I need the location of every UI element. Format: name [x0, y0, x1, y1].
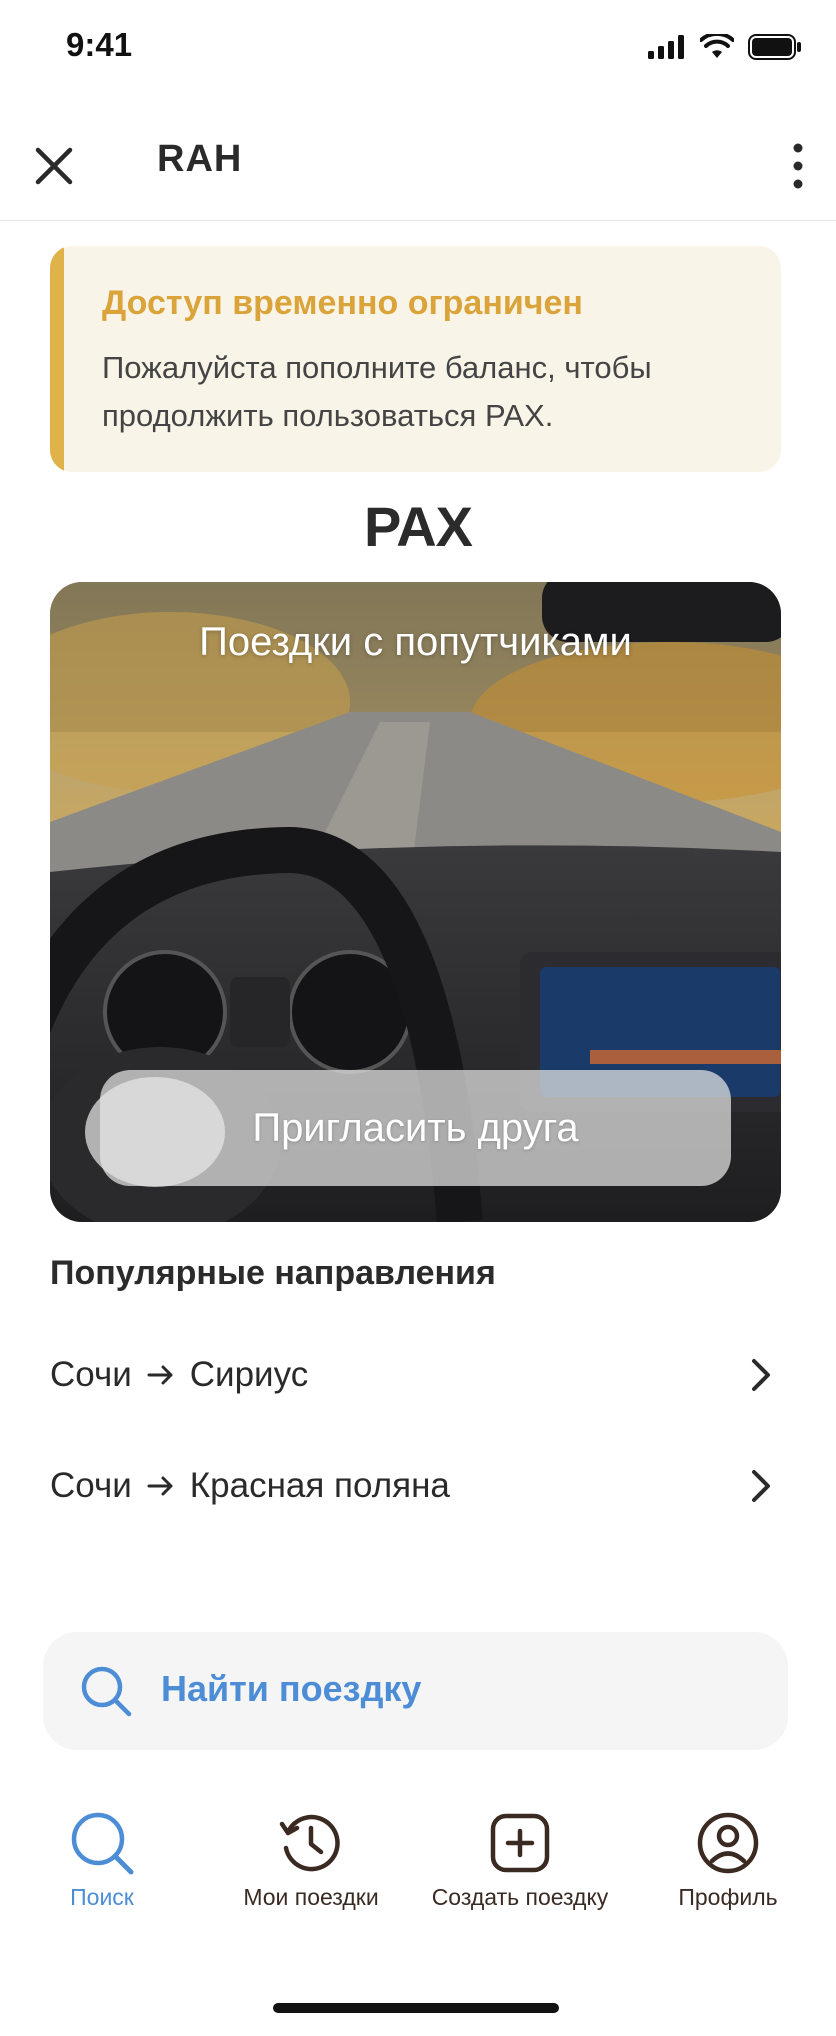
popular-routes-title: Популярные направления: [50, 1254, 496, 1292]
page-title: RAH: [157, 138, 243, 180]
chevron-right-icon: [752, 1470, 770, 1502]
access-restricted-alert: Доступ временно ограничен Пожалуйста поп…: [50, 246, 781, 472]
hero-card: Поездки с попутчиками Пригласить друга: [50, 582, 781, 1222]
tab-profile[interactable]: Профиль: [623, 1810, 833, 1911]
route-item[interactable]: Сочи Красная поляна: [50, 1441, 780, 1531]
alert-title: Доступ временно ограничен: [102, 284, 583, 322]
wifi-icon: [700, 34, 734, 58]
signal-icon: [648, 35, 684, 59]
route-from: Сочи: [50, 1466, 132, 1505]
arrow-right-icon: [147, 1365, 173, 1385]
chevron-right-icon: [752, 1359, 770, 1391]
close-icon[interactable]: [28, 140, 80, 192]
tab-label: Профиль: [678, 1884, 778, 1910]
route-to: Сириус: [189, 1355, 309, 1394]
route-from: Сочи: [50, 1355, 132, 1394]
find-trip-label: Найти поездку: [161, 1668, 422, 1709]
more-vertical-icon[interactable]: [778, 138, 818, 194]
battery-icon: [748, 34, 801, 60]
tab-search[interactable]: Поиск: [0, 1810, 207, 1911]
status-time: 9:41: [66, 26, 133, 63]
tab-label: Создать поездку: [431, 1884, 609, 1910]
search-icon: [81, 1666, 132, 1717]
top-bar: RAH: [0, 110, 836, 221]
history-icon: [279, 1814, 340, 1872]
tab-create-trip[interactable]: Создать поездку: [415, 1810, 625, 1911]
arrow-right-icon: [147, 1476, 173, 1496]
status-bar: 9:41: [0, 0, 836, 92]
profile-icon: [697, 1812, 759, 1874]
tab-my-trips[interactable]: Мои поездки: [206, 1810, 416, 1911]
plus-square-icon: [490, 1813, 550, 1873]
find-trip-button[interactable]: Найти поездку: [43, 1632, 788, 1750]
search-icon: [71, 1812, 134, 1875]
alert-accent-bar: [50, 246, 64, 472]
hero-title: Поездки с попутчиками: [199, 620, 632, 664]
tab-label: Мои поездки: [243, 1884, 379, 1910]
bottom-tab-bar: Поиск Мои поездки Создать поездку Профил…: [0, 1810, 836, 1940]
tab-label: Поиск: [70, 1884, 134, 1910]
route-to: Красная поляна: [189, 1466, 450, 1505]
home-indicator: [273, 2003, 559, 2013]
route-item[interactable]: Сочи Сириус: [50, 1330, 780, 1420]
brand-logo: PAX: [364, 495, 473, 558]
status-icons: [648, 34, 802, 60]
alert-text: Пожалуйста пополните баланс, чтобы продо…: [102, 350, 652, 433]
invite-friend-button[interactable]: Пригласить друга: [100, 1070, 731, 1186]
